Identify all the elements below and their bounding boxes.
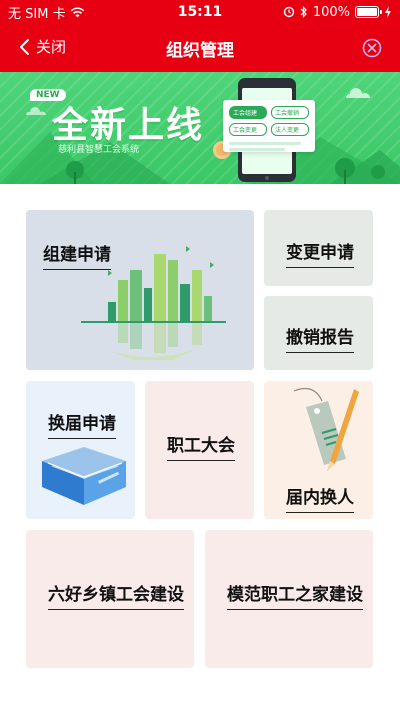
card-label: 届内换人 [286,483,354,513]
banner-headline: 全新上线 [52,105,205,146]
card-workers-congress[interactable]: 职工大会 [145,381,254,519]
wifi-icon [70,6,84,17]
back-button[interactable]: 关闭 [18,36,66,57]
charging-bolt-icon [385,6,391,18]
banner-tag: 工会变更 [229,123,267,136]
banner-subtitle: 慈利县智慧工会系统 [58,145,140,155]
carrier-label: 无 SIM 卡 [8,6,66,22]
card-label: 换届申请 [48,409,116,439]
card-label: 职工大会 [167,431,235,461]
card-label: 六好乡镇工会建设 [48,580,184,610]
page-title: 组织管理 [166,40,234,61]
card-change-application[interactable]: 变更申请 [264,210,373,286]
banner-phone-card: 工会组建 工会撤销 工会变更 法人变更 [223,100,315,152]
card-label: 变更申请 [286,238,354,268]
card-label: 模范职工之家建设 [227,580,363,610]
battery-level-fill [357,8,377,16]
banner-tag: 工会组建 [229,106,267,119]
back-label: 关闭 [36,38,67,56]
card-label: 撤销报告 [286,323,354,353]
banner-tag: 法人变更 [271,123,309,136]
alarm-icon [283,6,295,18]
card-build-application[interactable]: 组建申请 [26,210,254,370]
card-label: 组建申请 [43,240,111,270]
card-reelection-application[interactable]: 换届申请 [26,381,135,519]
battery-percent: 100% [312,4,350,20]
banner-tag: 工会撤销 [271,106,309,119]
tag-pencil-illustration [293,388,359,471]
bluetooth-icon [300,6,307,18]
clock-time: 15:11 [177,4,223,20]
book-illustration [42,447,126,505]
battery-icon [355,6,382,18]
close-circle-icon[interactable] [362,38,382,58]
status-bar: 无 SIM 卡 15:11 100% [0,0,400,24]
card-revoke-report[interactable]: 撤销报告 [264,296,373,370]
card-model-workers-home[interactable]: 模范职工之家建设 [205,530,373,668]
nav-bar: 关闭 组织管理 [0,24,400,72]
chevron-left-icon [20,38,29,55]
card-in-term-replacement[interactable]: 届内换人 [264,381,373,519]
card-six-good-township[interactable]: 六好乡镇工会建设 [26,530,194,668]
